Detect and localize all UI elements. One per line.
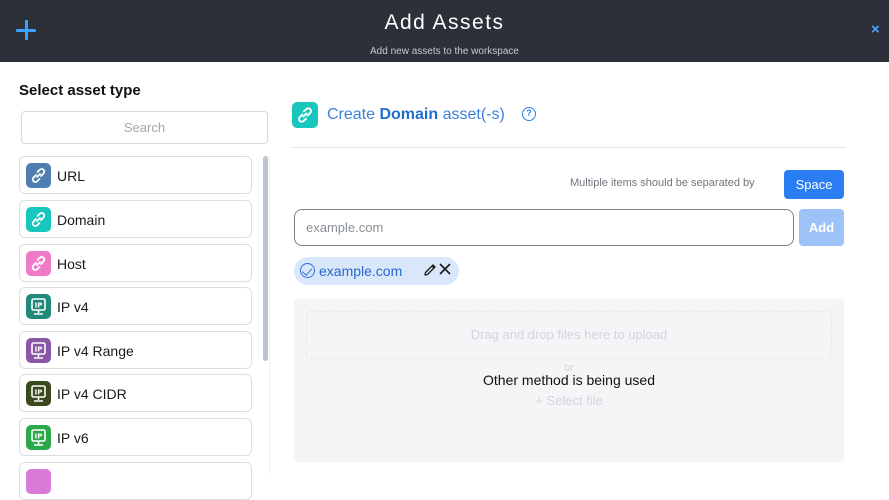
modal-header: Add Assets Add new assets to the workspa… <box>0 0 889 62</box>
asset-type-label: IP v6 <box>57 430 89 446</box>
panel-divider <box>269 156 270 475</box>
create-prefix: Create <box>327 106 380 123</box>
section-divider <box>292 147 846 148</box>
pencil-icon[interactable] <box>422 262 438 278</box>
asset-type-icon <box>26 469 51 494</box>
asset-type-label: IP v4 <box>57 299 89 315</box>
asset-type-ipv4[interactable]: IP IP v4 <box>19 287 252 325</box>
separator-note: Multiple items should be separated by <box>570 177 755 189</box>
link-icon <box>292 102 318 128</box>
upload-status: Other method is being used <box>483 372 655 388</box>
separator-space-button[interactable]: Space <box>784 170 844 199</box>
close-icon[interactable]: × <box>871 22 880 38</box>
svg-text:IP: IP <box>35 389 43 397</box>
svg-text:IP: IP <box>35 302 43 310</box>
asset-type-host[interactable]: Host <box>19 244 252 282</box>
ip-icon: IP <box>26 381 51 406</box>
asset-type-label: IP v4 Range <box>57 343 134 359</box>
asset-type-domain[interactable]: Domain <box>19 200 252 238</box>
create-title: Create Domain asset(-s) <box>327 106 505 124</box>
check-circle-icon <box>300 263 315 278</box>
add-button[interactable]: Add <box>799 209 844 246</box>
chip-value: example.com <box>319 263 403 279</box>
modal-title: Add Assets <box>384 11 505 34</box>
asset-type-url[interactable]: URL <box>19 156 252 194</box>
modal-subtitle: Add new assets to the workspace <box>370 46 519 57</box>
create-suffix: asset(-s) <box>438 106 505 123</box>
asset-type-ipv4-range[interactable]: IP IP v4 Range <box>19 331 252 369</box>
asset-type-ipv4-cidr[interactable]: IP IP v4 CIDR <box>19 374 252 412</box>
asset-chip: example.com <box>294 257 459 285</box>
link-icon <box>26 207 51 232</box>
create-type: Domain <box>379 106 439 123</box>
plus-icon: + <box>535 393 547 408</box>
asset-type-label: URL <box>57 168 86 184</box>
link-icon <box>26 163 51 188</box>
list-scrollbar[interactable] <box>263 156 268 361</box>
svg-text:IP: IP <box>35 433 43 441</box>
asset-type-label: IP v4 CIDR <box>57 386 127 402</box>
asset-input[interactable]: example.com <box>294 209 794 246</box>
asset-type-heading: Select asset type <box>19 82 141 99</box>
file-upload-area: Drag and drop files here to upload or + … <box>294 299 844 462</box>
asset-type-ipv6[interactable]: IP IP v6 <box>19 418 252 456</box>
ip-icon: IP <box>26 425 51 450</box>
dropzone-text: Drag and drop files here to upload <box>470 327 668 342</box>
remove-icon[interactable] <box>437 261 453 279</box>
link-icon <box>26 251 51 276</box>
search-input[interactable]: Search <box>21 111 268 144</box>
ip-icon: IP <box>26 338 51 363</box>
asset-type-label: Host <box>57 256 86 272</box>
select-file-button: + Select file <box>294 393 844 408</box>
help-icon[interactable]: ? <box>522 107 536 121</box>
asset-type-label: Domain <box>57 212 106 228</box>
asset-type-partial[interactable] <box>19 462 252 500</box>
select-file-label: Select file <box>546 393 603 408</box>
ip-icon: IP <box>26 294 51 319</box>
svg-text:IP: IP <box>35 346 43 354</box>
